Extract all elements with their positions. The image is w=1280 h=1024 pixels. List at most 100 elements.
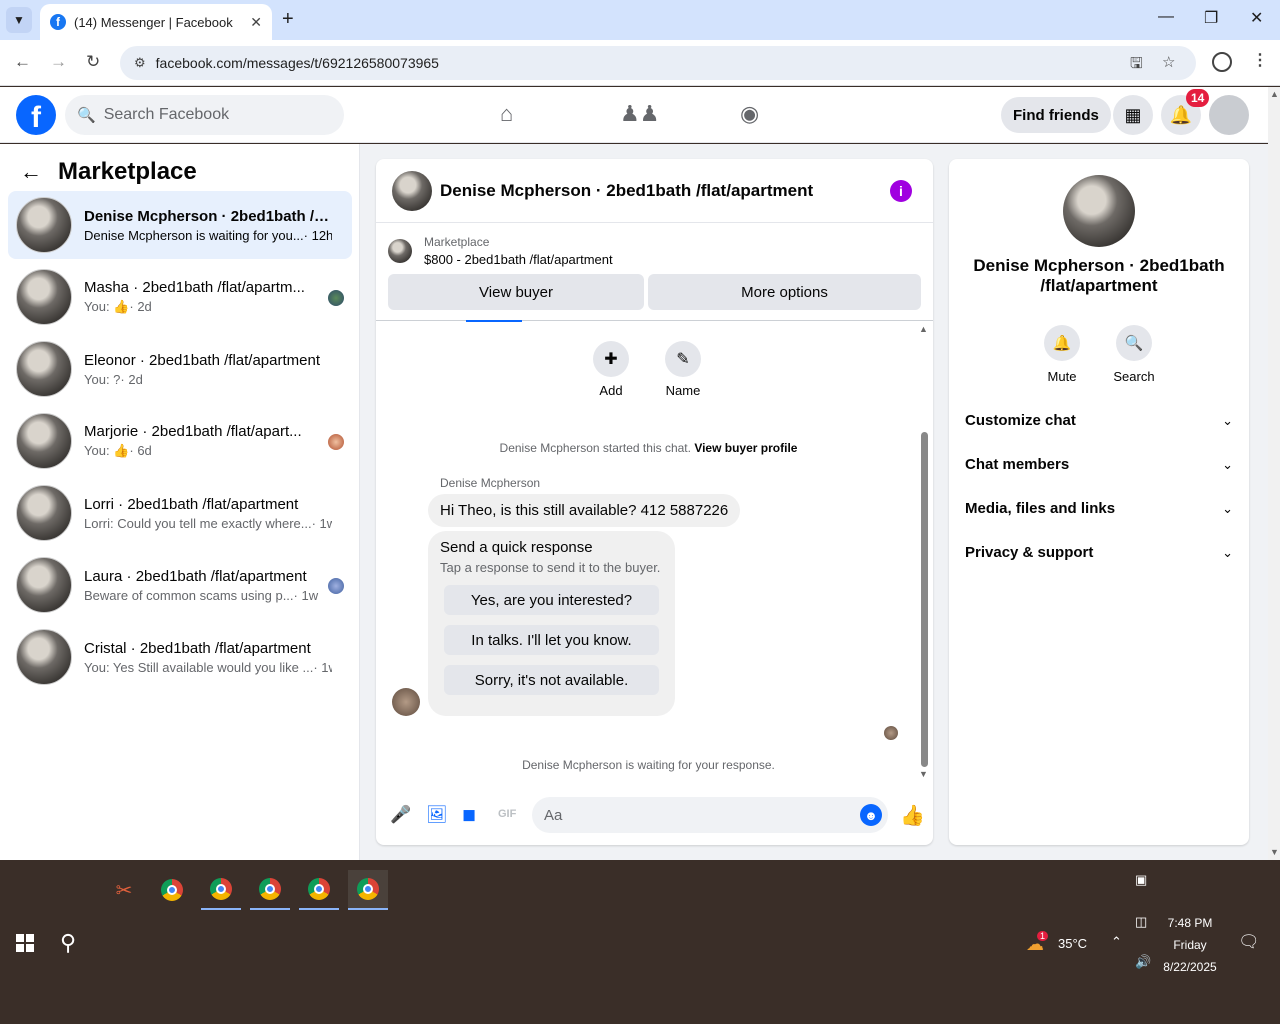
facebook-header: f 🔍 Search Facebook ⌂ ♟♟ ◉ Find friends … bbox=[0, 87, 1268, 143]
sticker-icon[interactable]: ◼ bbox=[462, 805, 476, 825]
scroll-down-arrow-icon[interactable]: ▼ bbox=[919, 769, 928, 779]
buyer-avatar[interactable] bbox=[1063, 175, 1135, 247]
browser-profile-icon[interactable] bbox=[1212, 52, 1232, 72]
weather-temperature[interactable]: 35°C bbox=[1058, 936, 1087, 951]
conversation-preview: Beware of common scams using p... bbox=[84, 587, 294, 603]
search-chat-button[interactable]: 🔍 Search bbox=[1104, 325, 1164, 384]
view-buyer-profile-link[interactable]: View buyer profile bbox=[694, 441, 797, 455]
message-input[interactable]: Aa ☻ bbox=[532, 797, 888, 833]
browser-menu-icon[interactable]: ⋮ bbox=[1252, 50, 1268, 70]
tab-search-button[interactable]: ▼ bbox=[6, 7, 32, 33]
site-info-icon[interactable]: ⚙ bbox=[134, 55, 146, 71]
view-buyer-button[interactable]: View buyer bbox=[388, 274, 644, 310]
menu-grid-icon[interactable]: ▦ bbox=[1113, 95, 1153, 135]
started-text: Denise Mcpherson started this chat. bbox=[499, 441, 691, 455]
chat-title[interactable]: Denise Mcpherson · 2bed1bath /flat/apart… bbox=[440, 181, 813, 201]
chrome-profile-icon[interactable] bbox=[299, 870, 339, 910]
address-bar[interactable]: ⚙ facebook.com/messages/t/69212658007396… bbox=[120, 46, 1196, 80]
home-icon[interactable]: ⌂ bbox=[500, 101, 513, 127]
conversation-time: · 1w bbox=[311, 515, 332, 531]
more-options-button[interactable]: More options bbox=[648, 274, 921, 310]
scroll-down-arrow-icon[interactable]: ▼ bbox=[1270, 847, 1279, 857]
minimize-icon[interactable]: — bbox=[1158, 8, 1174, 26]
scroll-up-arrow-icon[interactable]: ▲ bbox=[919, 324, 928, 334]
friends-icon[interactable]: ♟♟ bbox=[620, 101, 659, 127]
conversation-item[interactable]: Lorri · 2bed1bath /flat/apartment Lorri:… bbox=[8, 479, 352, 547]
facebook-search-input[interactable]: 🔍 Search Facebook bbox=[65, 95, 344, 135]
chrome-profile-icon[interactable] bbox=[250, 870, 290, 910]
scroll-thumb[interactable] bbox=[921, 432, 928, 767]
forward-icon[interactable]: → bbox=[50, 52, 67, 72]
microphone-icon[interactable]: 🎤 bbox=[390, 805, 411, 825]
conversation-item[interactable]: Denise Mcpherson · 2bed1bath /fl... Deni… bbox=[8, 191, 352, 259]
meet-now-icon[interactable]: ▣ bbox=[1135, 872, 1147, 888]
quick-response-option[interactable]: Sorry, it's not available. bbox=[444, 665, 659, 695]
facebook-favicon-icon: f bbox=[50, 14, 66, 30]
tab-title: (14) Messenger | Facebook bbox=[74, 14, 233, 30]
chrome-icon[interactable] bbox=[152, 870, 192, 910]
conversation-item[interactable]: Cristal · 2bed1bath /flat/apartment You:… bbox=[8, 623, 352, 691]
chat-avatar[interactable] bbox=[392, 170, 432, 211]
conversation-item[interactable]: Masha · 2bed1bath /flat/apartm... You: 👍… bbox=[8, 263, 352, 331]
windows-taskbar: ✂ ⚲ ▣ ☁ 1 35°C ⌃ ◫ 🔊 7:48 PM Friday 8/22… bbox=[0, 860, 1280, 1024]
network-icon[interactable]: ◫ bbox=[1135, 914, 1147, 930]
add-people-button[interactable]: ✚ Add bbox=[581, 341, 641, 398]
clock-time: 7:48 PM bbox=[1167, 916, 1213, 930]
conversation-preview: Denise Mcpherson is waiting for you... bbox=[84, 227, 304, 243]
tab-close-icon[interactable]: ✕ bbox=[250, 14, 262, 31]
emoji-icon[interactable]: ☻ bbox=[860, 804, 882, 826]
customize-chat-section[interactable]: Customize chat ⌄ bbox=[965, 412, 1233, 429]
chat-scrollbar[interactable]: ▲ ▼ bbox=[919, 324, 929, 779]
section-label: Chat members bbox=[965, 456, 1070, 473]
conversation-item[interactable]: Eleonor · 2bed1bath /flat/apartment You:… bbox=[8, 335, 352, 403]
taskbar-search-icon[interactable]: ⚲ bbox=[60, 930, 76, 956]
taskbar-clock[interactable]: 7:48 PM Friday 8/22/2025 bbox=[1160, 912, 1220, 978]
info-icon[interactable]: i bbox=[890, 180, 912, 202]
volume-icon[interactable]: 🔊 bbox=[1135, 954, 1151, 970]
conversation-item[interactable]: Marjorie · 2bed1bath /flat/apart... You:… bbox=[8, 407, 352, 475]
mute-button[interactable]: 🔔 Mute bbox=[1032, 325, 1092, 384]
chrome-profile-icon[interactable] bbox=[348, 870, 388, 910]
quick-response-option[interactable]: In talks. I'll let you know. bbox=[444, 625, 659, 655]
browser-toolbar: ← → ↻ ⚙ facebook.com/messages/t/69212658… bbox=[0, 40, 1280, 86]
section-label: Customize chat bbox=[965, 412, 1076, 429]
thumbs-up-send-icon[interactable]: 👍 bbox=[900, 803, 925, 828]
account-avatar[interactable] bbox=[1209, 95, 1249, 135]
find-friends-button[interactable]: Find friends bbox=[1001, 97, 1111, 133]
media-files-section[interactable]: Media, files and links ⌄ bbox=[965, 500, 1233, 517]
back-icon[interactable]: ← bbox=[14, 52, 31, 72]
seen-avatar bbox=[328, 434, 344, 450]
notification-center-icon[interactable]: 🗨 bbox=[1238, 932, 1260, 952]
groups-icon[interactable]: ◉ bbox=[740, 101, 759, 127]
snipping-tool-icon[interactable]: ✂ bbox=[104, 870, 144, 910]
facebook-logo-icon[interactable]: f bbox=[16, 95, 56, 135]
chat-members-section[interactable]: Chat members ⌄ bbox=[965, 456, 1233, 473]
listing-thumbnail bbox=[16, 197, 72, 253]
add-person-icon: ✚ bbox=[593, 341, 629, 377]
chevron-up-icon[interactable]: ⌃ bbox=[1111, 934, 1122, 950]
listing-thumbnail bbox=[16, 557, 72, 613]
scroll-up-arrow-icon[interactable]: ▲ bbox=[1270, 89, 1279, 99]
install-app-icon[interactable]: 🖫 bbox=[1130, 53, 1143, 78]
name-chat-button[interactable]: ✎ Name bbox=[653, 341, 713, 398]
browser-tab[interactable]: f (14) Messenger | Facebook ✕ bbox=[40, 4, 272, 40]
gif-icon[interactable]: GIF bbox=[498, 808, 516, 820]
conversation-item[interactable]: Laura · 2bed1bath /flat/apartment Beware… bbox=[8, 551, 352, 619]
bookmark-star-icon[interactable]: ☆ bbox=[1162, 53, 1175, 71]
restore-icon[interactable]: ❐ bbox=[1204, 8, 1218, 28]
privacy-support-section[interactable]: Privacy & support ⌄ bbox=[965, 544, 1233, 561]
marketplace-label: Marketplace bbox=[424, 235, 490, 249]
search-icon: 🔍 bbox=[77, 107, 96, 124]
back-arrow-icon[interactable]: ← bbox=[20, 159, 42, 185]
windows-start-icon[interactable] bbox=[16, 934, 34, 952]
reload-icon[interactable]: ↻ bbox=[86, 52, 100, 72]
new-tab-icon[interactable]: + bbox=[282, 8, 294, 31]
window-close-icon[interactable]: ✕ bbox=[1250, 8, 1263, 28]
chrome-profile-icon[interactable] bbox=[201, 870, 241, 910]
url-text: facebook.com/messages/t/692126580073965 bbox=[155, 55, 439, 71]
listing-summary[interactable]: Marketplace $800 - 2bed1bath /flat/apart… bbox=[388, 235, 613, 267]
message-bubble[interactable]: Hi Theo, is this still available? 412 58… bbox=[428, 494, 741, 527]
page-scrollbar[interactable]: ▲ ▼ bbox=[1268, 87, 1280, 860]
photo-icon[interactable]: 🖼 bbox=[426, 805, 448, 825]
quick-response-option[interactable]: Yes, are you interested? bbox=[444, 585, 659, 615]
